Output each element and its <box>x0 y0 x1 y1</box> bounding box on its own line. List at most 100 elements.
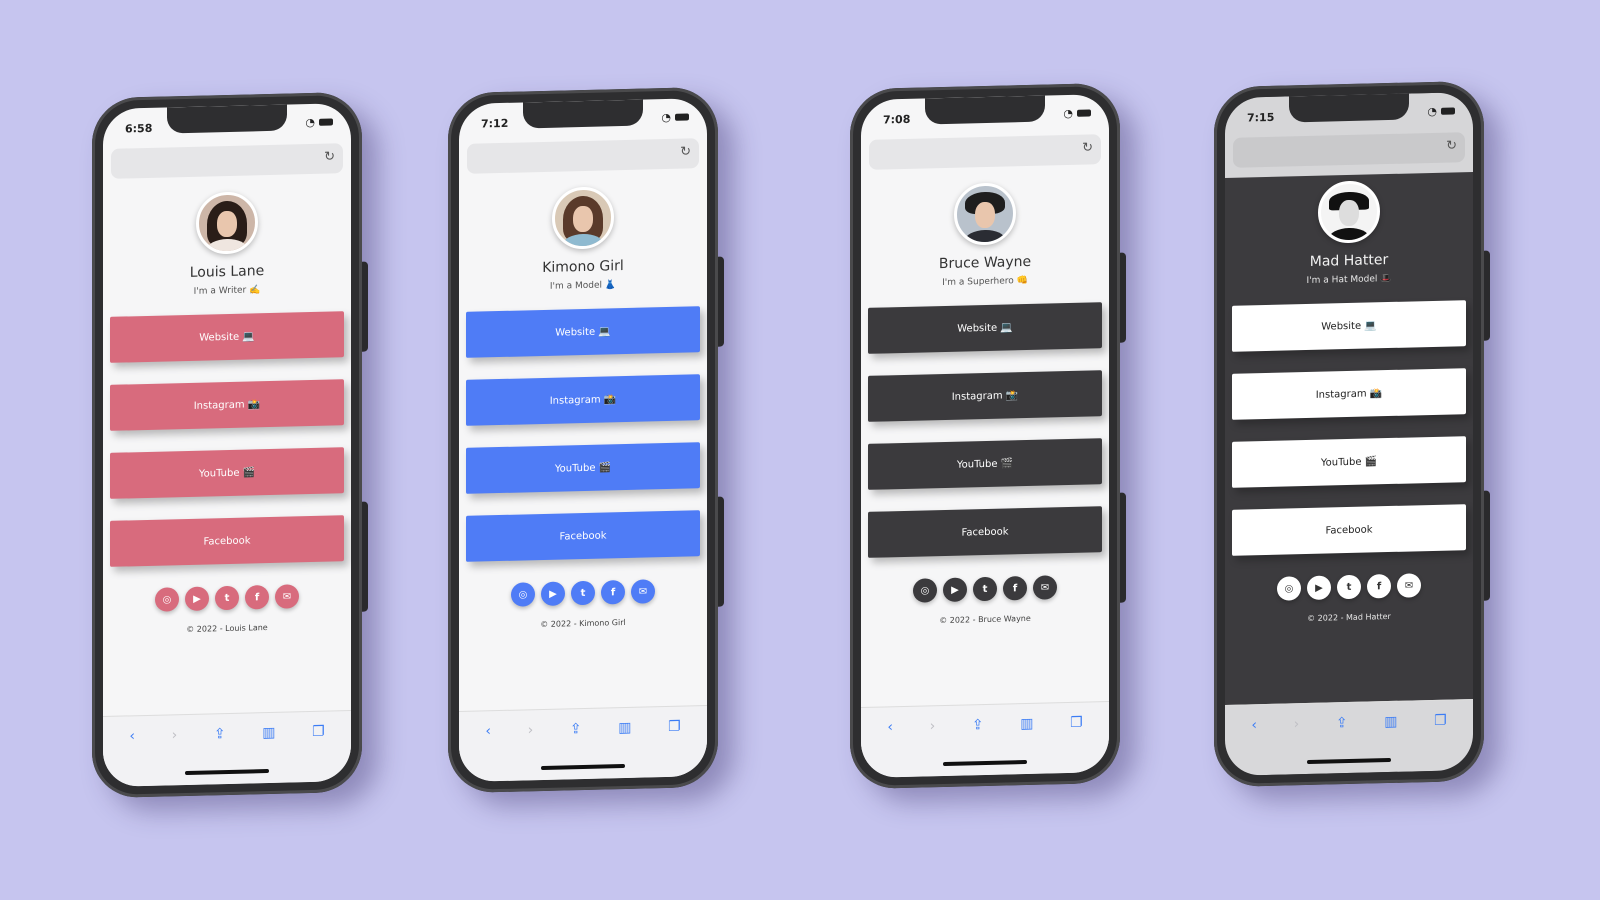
youtube-button[interactable]: YouTube 🎬 <box>466 442 700 494</box>
instagram-icon[interactable]: ◎ <box>913 578 937 603</box>
home-indicator[interactable] <box>943 759 1027 767</box>
bookmarks-icon[interactable]: ▥ <box>1020 716 1033 732</box>
footer: © 2022 - Kimono Girl <box>540 617 626 630</box>
facebook-icon[interactable]: f <box>601 579 625 605</box>
status-time: 7:12 <box>481 116 509 131</box>
twitter-icon[interactable]: t <box>215 585 239 611</box>
profile-tagline: I'm a Hat Model 🎩 <box>1306 273 1392 287</box>
reload-icon[interactable]: ↻ <box>680 144 691 159</box>
wifi-icon: ◔ <box>661 110 671 125</box>
youtube-icon[interactable]: ▶ <box>1307 575 1331 601</box>
notch <box>925 95 1045 125</box>
social-icons: ◎ ▶ t f ✉ <box>1225 572 1473 602</box>
profile-tagline: I'm a Model 👗 <box>549 280 617 292</box>
share-icon[interactable]: ⇪ <box>570 721 582 737</box>
home-indicator[interactable] <box>185 768 269 776</box>
email-icon[interactable]: ✉ <box>1397 573 1421 598</box>
forward-icon[interactable]: › <box>930 718 936 734</box>
forward-icon[interactable]: › <box>528 722 534 738</box>
url-bar[interactable]: ↻ <box>1233 132 1465 168</box>
screen: 7:08 ◔ ↻ Bruce Wayne I'm a Superhero 👊 W… <box>861 93 1109 779</box>
twitter-icon[interactable]: t <box>571 580 595 606</box>
website-button[interactable]: Website 💻 <box>466 306 700 358</box>
website-button[interactable]: Website 💻 <box>868 302 1102 354</box>
facebook-button[interactable]: Facebook <box>1232 504 1466 556</box>
battery-icon <box>319 118 333 126</box>
profile-name: Kimono Girl <box>542 258 624 276</box>
forward-icon[interactable]: › <box>172 727 178 743</box>
reload-icon[interactable]: ↻ <box>1082 140 1093 155</box>
back-icon[interactable]: ‹ <box>129 728 135 744</box>
tabs-icon[interactable]: ❐ <box>668 719 681 735</box>
reload-icon[interactable]: ↻ <box>1446 138 1457 153</box>
browser-toolbar: ‹ › ⇪ ▥ ❐ <box>103 709 351 788</box>
social-icons: ◎ ▶ t f ✉ <box>861 574 1109 604</box>
email-icon[interactable]: ✉ <box>631 579 655 604</box>
youtube-button[interactable]: YouTube 🎬 <box>868 438 1102 490</box>
url-bar[interactable]: ↻ <box>869 134 1101 170</box>
tabs-icon[interactable]: ❐ <box>1434 713 1447 729</box>
url-bar[interactable]: ↻ <box>111 143 343 179</box>
email-icon[interactable]: ✉ <box>1033 575 1057 600</box>
twitter-icon[interactable]: t <box>973 576 997 602</box>
email-icon[interactable]: ✉ <box>275 584 299 609</box>
youtube-icon[interactable]: ▶ <box>541 581 565 607</box>
avatar <box>954 182 1016 246</box>
tabs-icon[interactable]: ❐ <box>1070 715 1083 731</box>
notch <box>1289 93 1409 123</box>
battery-icon <box>675 113 689 121</box>
share-icon[interactable]: ⇪ <box>1336 715 1348 731</box>
reload-icon[interactable]: ↻ <box>324 149 335 164</box>
forward-icon[interactable]: › <box>1294 716 1300 732</box>
bookmarks-icon[interactable]: ▥ <box>262 725 275 741</box>
battery-icon <box>1441 107 1455 115</box>
facebook-button[interactable]: Facebook <box>868 506 1102 558</box>
back-icon[interactable]: ‹ <box>1251 717 1257 733</box>
phone-kimono-girl: 7:12 ◔ ↻ Kimono Girl I'm a Model 👗 Websi… <box>448 86 718 794</box>
screen: 7:12 ◔ ↻ Kimono Girl I'm a Model 👗 Websi… <box>459 97 707 783</box>
avatar <box>1318 180 1380 244</box>
instagram-button[interactable]: Instagram 📸 <box>466 374 700 426</box>
status-time: 7:08 <box>883 112 911 127</box>
url-bar[interactable]: ↻ <box>467 138 699 174</box>
youtube-button[interactable]: YouTube 🎬 <box>1232 436 1466 488</box>
wifi-icon: ◔ <box>305 115 315 130</box>
instagram-icon[interactable]: ◎ <box>511 582 535 607</box>
youtube-button[interactable]: YouTube 🎬 <box>110 447 344 499</box>
profile-tagline: I'm a Writer ✍️ <box>193 285 261 297</box>
home-indicator[interactable] <box>1307 757 1391 765</box>
profile-tagline: I'm a Superhero 👊 <box>942 275 1028 289</box>
facebook-button[interactable]: Facebook <box>466 510 700 562</box>
website-button[interactable]: Website 💻 <box>110 311 344 363</box>
share-icon[interactable]: ⇪ <box>214 726 226 742</box>
facebook-icon[interactable]: f <box>1003 575 1027 601</box>
instagram-icon[interactable]: ◎ <box>1277 576 1301 601</box>
instagram-button[interactable]: Instagram 📸 <box>1232 368 1466 420</box>
profile-name: Mad Hatter <box>1309 252 1389 270</box>
youtube-icon[interactable]: ▶ <box>943 577 967 603</box>
back-icon[interactable]: ‹ <box>887 719 893 735</box>
instagram-button[interactable]: Instagram 📸 <box>110 379 344 431</box>
website-button[interactable]: Website 💻 <box>1232 300 1466 352</box>
notch <box>167 104 287 134</box>
instagram-icon[interactable]: ◎ <box>155 587 179 612</box>
bookmarks-icon[interactable]: ▥ <box>618 720 631 736</box>
tabs-icon[interactable]: ❐ <box>312 724 325 740</box>
youtube-icon[interactable]: ▶ <box>185 586 209 612</box>
phone-mad-hatter: 7:15 ◔ ↻ Mad Hatter I'm a Hat Model 🎩 We… <box>1214 80 1484 788</box>
browser-toolbar: ‹ › ⇪ ▥ ❐ <box>861 700 1109 779</box>
facebook-icon[interactable]: f <box>1367 573 1391 599</box>
browser-toolbar: ‹ › ⇪ ▥ ❐ <box>459 704 707 783</box>
instagram-button[interactable]: Instagram 📸 <box>868 370 1102 422</box>
share-icon[interactable]: ⇪ <box>972 717 984 733</box>
status-time: 6:58 <box>125 121 153 136</box>
avatar <box>552 186 614 250</box>
bookmarks-icon[interactable]: ▥ <box>1384 714 1397 730</box>
facebook-icon[interactable]: f <box>245 584 269 610</box>
notch <box>523 99 643 129</box>
home-indicator[interactable] <box>541 763 625 771</box>
twitter-icon[interactable]: t <box>1337 574 1361 600</box>
facebook-button[interactable]: Facebook <box>110 515 344 567</box>
back-icon[interactable]: ‹ <box>485 723 491 739</box>
profile-name: Louis Lane <box>189 263 265 281</box>
